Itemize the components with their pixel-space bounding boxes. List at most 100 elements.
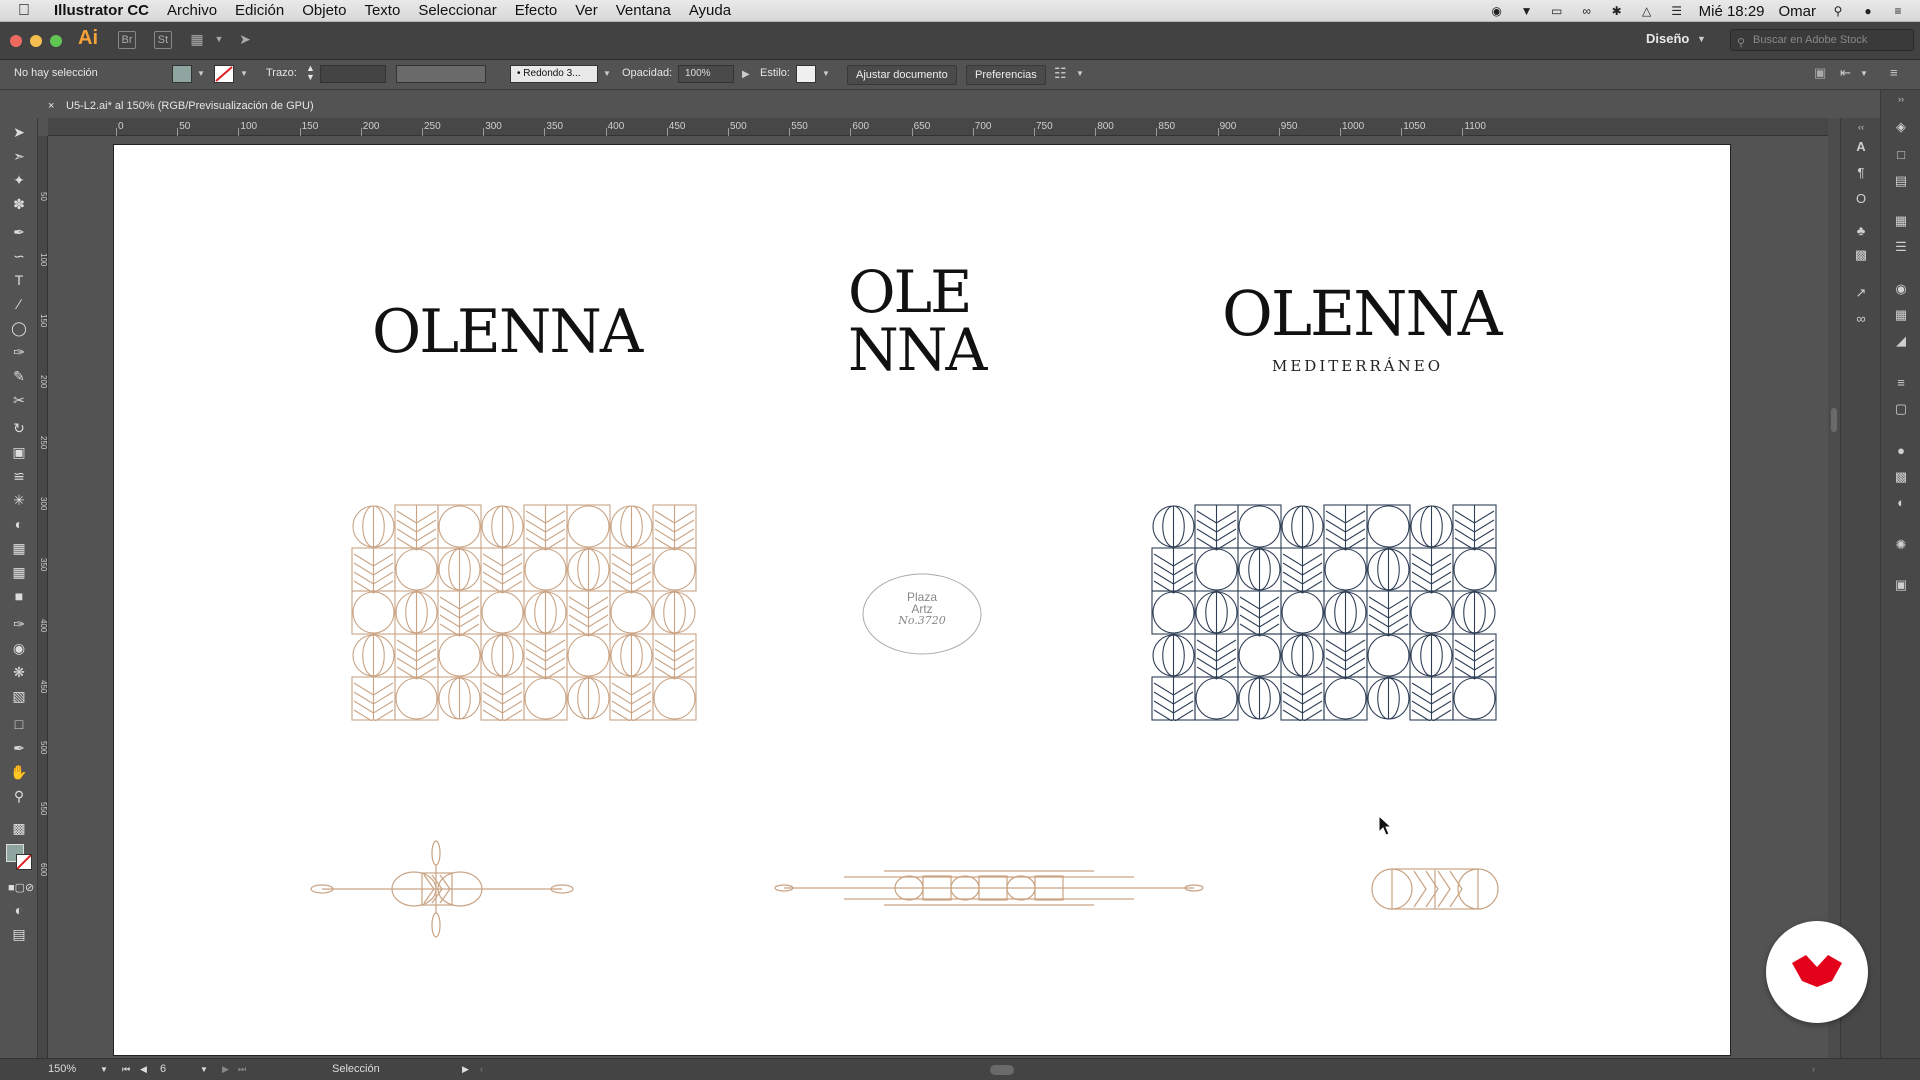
status-menu-icon[interactable]: ▶ [462, 1064, 469, 1075]
stroke-color-indicator[interactable] [16, 854, 32, 870]
menu-texto[interactable]: Texto [364, 2, 400, 19]
current-tool-status[interactable]: Selección [332, 1063, 380, 1075]
eyedropper-tool-icon[interactable]: ✑ [8, 614, 30, 634]
opacity-field[interactable]: 100% [678, 65, 734, 83]
stroke-weight-field[interactable] [320, 65, 386, 83]
close-tab-icon[interactable]: × [48, 94, 54, 118]
fit-document-button[interactable]: Ajustar documento [847, 65, 957, 85]
perspective-grid-tool-icon[interactable]: ▦ [8, 538, 30, 558]
zoom-window-button[interactable] [50, 35, 62, 47]
menu-ventana[interactable]: Ventana [616, 2, 671, 19]
fill-dropdown-icon[interactable]: ▼ [197, 69, 205, 78]
stroke-color-swatch[interactable] [214, 65, 234, 83]
menu-archivo[interactable]: Archivo [167, 2, 217, 19]
horizontal-scroll-thumb[interactable] [990, 1065, 1014, 1075]
scroll-left-icon[interactable]: ‹ [480, 1064, 483, 1074]
ornament-right[interactable] [1370, 865, 1500, 913]
opentype-panel-icon[interactable]: O [1851, 190, 1871, 208]
asset-export-icon[interactable]: ▩ [1851, 246, 1871, 264]
character-panel-icon[interactable]: A [1851, 138, 1871, 156]
artboard-number[interactable]: 6 [160, 1063, 166, 1075]
creative-cloud-icon[interactable]: ∞ [1579, 4, 1595, 18]
align-panel-icon[interactable]: ☰ [1891, 238, 1911, 256]
gradient-panel-icon[interactable]: ▢ [1891, 400, 1911, 418]
opacity-arrow-icon[interactable]: ▶ [742, 69, 750, 80]
symbol-sprayer-tool-icon[interactable]: ❋ [8, 662, 30, 682]
hand-tool-icon[interactable]: ✋ [8, 762, 30, 782]
magic-wand-tool-icon[interactable]: ✦ [8, 170, 30, 190]
image-trace-panel-icon[interactable]: ✺ [1891, 536, 1911, 554]
vertical-scrollbar[interactable] [1828, 118, 1840, 1058]
scroll-thumb[interactable] [1831, 408, 1837, 432]
stroke-dropdown-icon[interactable]: ▼ [240, 69, 248, 78]
opacity-label[interactable]: Opacidad: [622, 67, 672, 79]
isolate-icon[interactable]: ▣ [1814, 65, 1826, 81]
logo-tagline[interactable]: MEDITERRÁNEO [1272, 357, 1443, 375]
pathfinder-panel-icon[interactable]: ▣ [1891, 576, 1911, 594]
pen-tool-icon[interactable]: ✒ [8, 222, 30, 242]
appearance-panel-icon[interactable]: ● [1891, 442, 1911, 460]
line-tool-icon[interactable]: ∕ [8, 294, 30, 314]
canvas[interactable]: OLENNA OLE NNA OLENNA MEDITERRÁNEO Plaza… [48, 136, 1828, 1058]
notification-center-icon[interactable]: ≡ [1890, 4, 1906, 18]
brush-dropdown-icon[interactable]: ▼ [603, 69, 611, 78]
siri-icon[interactable]: ● [1860, 4, 1876, 18]
next-artboard-icon[interactable]: ▶ [222, 1064, 229, 1075]
minimize-window-button[interactable] [30, 35, 42, 47]
artboard[interactable]: OLENNA OLE NNA OLENNA MEDITERRÁNEO Plaza… [113, 144, 1731, 1056]
align-icon[interactable]: ☷ [1054, 65, 1067, 82]
user-name[interactable]: Omar [1779, 3, 1817, 20]
layers-panel-icon[interactable]: ◈ [1891, 118, 1911, 136]
rotate-tool-icon[interactable]: ↻ [8, 418, 30, 438]
wifi-icon[interactable]: ☰ [1669, 4, 1685, 18]
workspace-chevron-icon[interactable]: ▼ [1697, 34, 1706, 44]
expand-icon[interactable]: ›› [1891, 90, 1911, 108]
color-panel-icon[interactable]: ◉ [1891, 280, 1911, 298]
workspace-switcher[interactable]: Diseño [1646, 31, 1689, 46]
transparency-panel-icon[interactable]: ◐ [1891, 494, 1911, 512]
stock-button[interactable]: St [154, 31, 172, 49]
pattern-navy[interactable] [1150, 503, 1498, 721]
app-menu[interactable]: Illustrator CC [54, 2, 149, 19]
column-graph-tool-icon[interactable]: ▧ [8, 686, 30, 706]
panel-menu-icon[interactable]: ≡ [1890, 65, 1898, 80]
zoom-tool-icon[interactable]: ⚲ [8, 786, 30, 806]
scroll-right-icon[interactable]: › [1812, 1064, 1815, 1074]
zoom-dropdown-icon[interactable]: ▼ [100, 1065, 108, 1074]
draw-mode-icon[interactable]: ◐ [8, 900, 30, 920]
last-artboard-icon[interactable]: ⏭ [238, 1064, 246, 1075]
screen-mode-icon[interactable]: ▤ [8, 924, 30, 944]
ornament-center[interactable] [774, 865, 1204, 911]
libraries-panel-icon[interactable]: ▤ [1891, 172, 1911, 190]
scale-tool-icon[interactable]: ▣ [8, 442, 30, 462]
paintbrush-tool-icon[interactable]: ✑ [8, 342, 30, 362]
logo-wordmark-horizontal[interactable]: OLENNA [372, 297, 643, 367]
swatches-panel-icon[interactable]: ▦ [1891, 306, 1911, 324]
mesh-tool-icon[interactable]: ▦ [8, 562, 30, 582]
previous-artboard-icon[interactable]: ◀ [140, 1064, 147, 1075]
shaper-tool-icon[interactable]: ✎ [8, 366, 30, 386]
type-tool-icon[interactable]: T [8, 270, 30, 290]
zoom-level[interactable]: 150% [48, 1063, 76, 1075]
paragraph-panel-icon[interactable]: ¶ [1851, 164, 1871, 182]
direct-selection-tool-icon[interactable]: ➣ [8, 146, 30, 166]
logo-wordmark-stacked[interactable]: OLE NNA [848, 263, 987, 379]
gradient-tool-icon[interactable]: ■ [8, 586, 30, 606]
pattern-gold[interactable] [350, 503, 698, 721]
menu-efecto[interactable]: Efecto [515, 2, 558, 19]
lasso-tool-icon[interactable]: ✽ [8, 194, 30, 214]
export-panel-icon[interactable]: ↗ [1851, 284, 1871, 302]
apple-menu-icon[interactable]:  [18, 2, 46, 20]
artboards-panel-icon[interactable]: □ [1891, 146, 1911, 164]
bluetooth-icon[interactable]: ✱ [1609, 4, 1625, 18]
bridge-button[interactable]: Br [118, 31, 136, 49]
first-artboard-icon[interactable]: ⏮ [122, 1064, 130, 1075]
graphic-styles-panel-icon[interactable]: ▩ [1891, 468, 1911, 486]
app-status-icon[interactable]: ▼ [1519, 4, 1535, 18]
blend-tool-icon[interactable]: ◉ [8, 638, 30, 658]
brushes-panel-icon[interactable]: ◢ [1891, 332, 1911, 350]
selection-tool-icon[interactable]: ➤ [8, 122, 30, 142]
collapse-icon[interactable]: ‹‹ [1851, 118, 1871, 136]
stroke-panel-icon[interactable]: ≡ [1891, 374, 1911, 392]
horizontal-ruler[interactable]: 0 50 100 150 200 250 300 350 400 450 500 550 600 650 7… [48, 118, 1828, 136]
